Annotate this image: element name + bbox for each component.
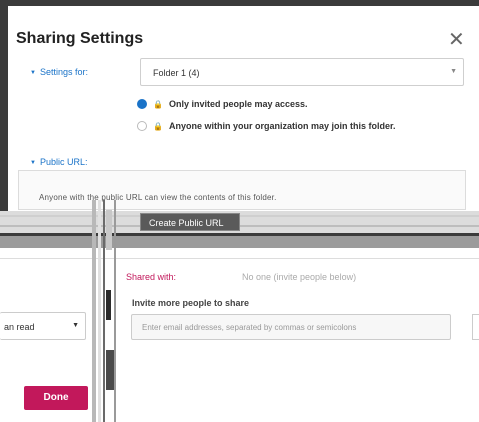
settings-for-label: ▼ Settings for: (30, 67, 88, 77)
done-button[interactable]: Done (24, 386, 88, 410)
dialog-title: Sharing Settings (16, 30, 144, 47)
public-url-description: Anyone with the public URL can view the … (39, 193, 277, 202)
public-url-label: ▼ Public URL: (30, 157, 87, 167)
option-organization-label: Anyone within your organization may join… (168, 121, 396, 131)
triangle-down-icon: ▼ (30, 70, 36, 76)
permission-select[interactable]: an read ▼ (0, 312, 86, 340)
lock-icon: 🔒 (153, 99, 163, 109)
folder-select-value: Folder 1 (4) (153, 68, 200, 78)
invite-email-placeholder: Enter email addresses, separated by comm… (142, 323, 357, 332)
public-url-box: Anyone with the public URL can view the … (18, 170, 466, 210)
radio-unselected-icon[interactable] (137, 121, 147, 131)
permission-select-value: an read (4, 322, 35, 332)
public-url-text-label: Public URL: (39, 157, 88, 167)
chevron-down-icon: ▼ (450, 68, 457, 75)
option-invited-only[interactable]: 🔒 Only invited people may access. (137, 99, 308, 109)
settings-for-text: Settings for: (39, 67, 88, 77)
radio-selected-icon[interactable] (137, 99, 147, 109)
chevron-down-icon: ▼ (72, 322, 79, 329)
option-invited-only-label: Only invited people may access. (168, 99, 308, 109)
folder-select[interactable]: Folder 1 (4) ▼ (140, 58, 464, 86)
shared-with-empty-text: No one (invite people below) (242, 272, 357, 282)
add-button-partial[interactable] (472, 314, 479, 340)
divider-bar (0, 236, 479, 248)
option-organization[interactable]: 🔒 Anyone within your organization may jo… (137, 121, 396, 131)
triangle-down-icon: ▼ (30, 160, 36, 166)
close-icon[interactable]: ✕ (448, 27, 465, 51)
render-glitch-column (92, 200, 122, 422)
lock-icon: 🔒 (153, 121, 163, 131)
invite-label: Invite more people to share (132, 298, 250, 308)
create-public-url-button[interactable]: Create Public URL (140, 213, 240, 231)
shared-with-label: Shared with: (126, 272, 177, 282)
divider (0, 258, 479, 259)
invite-email-input[interactable]: Enter email addresses, separated by comm… (131, 314, 451, 340)
